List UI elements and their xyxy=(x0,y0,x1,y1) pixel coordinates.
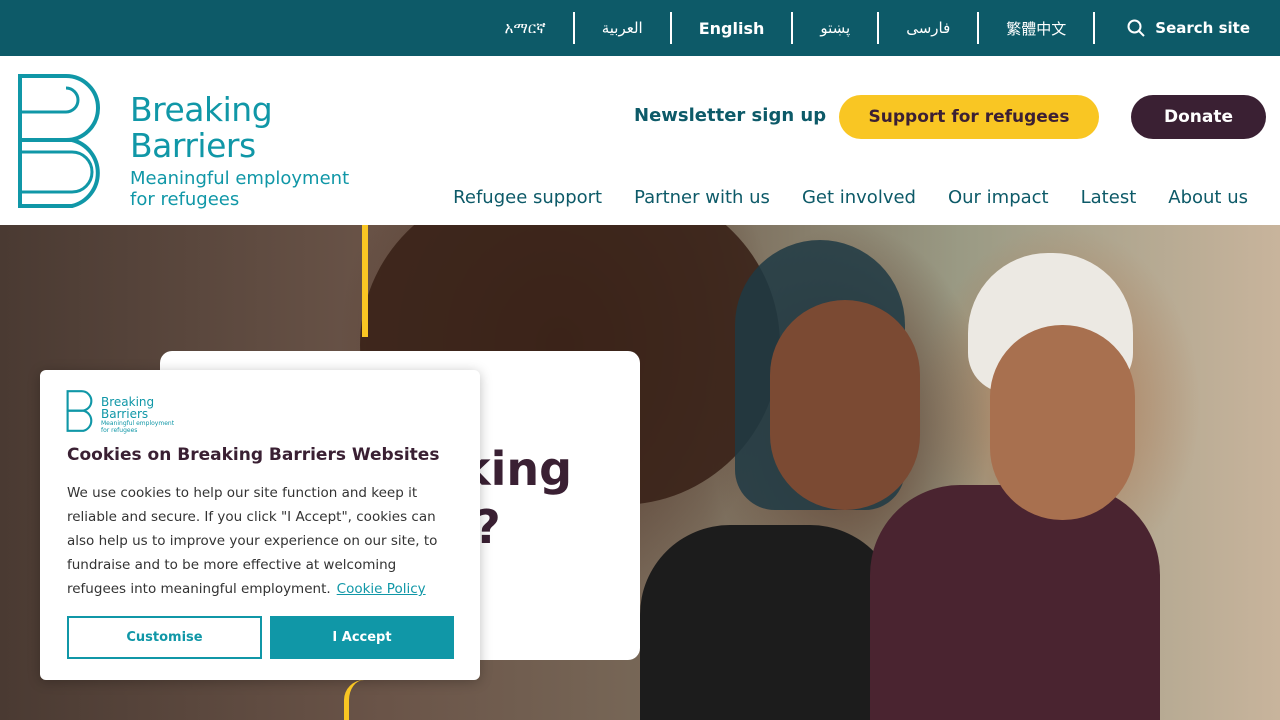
breaking-barriers-logo-icon xyxy=(18,74,100,208)
nav-about-us[interactable]: About us xyxy=(1168,187,1248,208)
hero-shirt-right xyxy=(870,485,1160,720)
search-label: Search site xyxy=(1155,19,1250,37)
lang-pashto[interactable]: پښتو xyxy=(793,12,880,44)
logo-title-line1: Breaking xyxy=(130,90,273,129)
donate-button[interactable]: Donate xyxy=(1131,95,1266,139)
yellow-accent-line xyxy=(362,225,368,337)
lang-arabic[interactable]: العربية xyxy=(575,12,672,44)
lang-amharic[interactable]: አማርኛ xyxy=(478,12,575,44)
cookie-dialog: Breaking Barriers Meaningful employment … xyxy=(40,370,480,680)
hero-person-center xyxy=(770,300,920,510)
logo-text[interactable]: Breaking Barriers Meaningful employment … xyxy=(130,90,350,211)
cookie-logo-tag1: Meaningful employment xyxy=(101,420,175,427)
cookie-logo xyxy=(66,390,96,436)
nav-our-impact[interactable]: Our impact xyxy=(948,187,1049,208)
cookie-logo-text: Breaking Barriers Meaningful employment … xyxy=(101,396,174,434)
main-nav: Refugee support Partner with us Get invo… xyxy=(453,187,1248,208)
search-site-button[interactable]: Search site xyxy=(1095,19,1250,37)
site-header: Breaking Barriers Meaningful employment … xyxy=(0,56,1280,225)
cookie-body: We use cookies to help our site function… xyxy=(67,481,457,601)
lang-farsi[interactable]: فارسی xyxy=(879,12,980,44)
breaking-barriers-logo-icon xyxy=(66,390,93,432)
nav-partner-with-us[interactable]: Partner with us xyxy=(634,187,770,208)
support-for-refugees-button[interactable]: Support for refugees xyxy=(839,95,1099,139)
cookie-policy-link[interactable]: Cookie Policy xyxy=(337,581,426,597)
nav-get-involved[interactable]: Get involved xyxy=(802,187,916,208)
language-bar: አማርኛ العربية English پښتو فارسی 繁體中文 Sea… xyxy=(0,0,1280,56)
search-icon xyxy=(1127,19,1146,37)
cookie-logo-tag2: for refugees xyxy=(101,427,138,434)
logo-tagline-line2: for refugees xyxy=(130,189,240,210)
accept-button[interactable]: I Accept xyxy=(270,616,454,659)
lang-chinese[interactable]: 繁體中文 xyxy=(979,12,1096,44)
hero-person-right xyxy=(990,325,1135,520)
logo-mark[interactable] xyxy=(16,72,112,214)
customise-button[interactable]: Customise xyxy=(67,616,262,659)
nav-refugee-support[interactable]: Refugee support xyxy=(453,187,602,208)
logo-tagline-line1: Meaningful employment xyxy=(130,168,350,189)
logo-title-line2: Barriers xyxy=(130,126,256,165)
hero-heading-line2: ? xyxy=(474,500,501,554)
cookie-logo-line2: Barriers xyxy=(101,407,149,421)
newsletter-link[interactable]: Newsletter sign up xyxy=(634,105,826,126)
nav-latest[interactable]: Latest xyxy=(1081,187,1137,208)
yellow-accent-curve xyxy=(344,680,374,720)
hero-shirt-center xyxy=(640,525,900,720)
lang-english[interactable]: English xyxy=(672,12,794,44)
cookie-title: Cookies on Breaking Barriers Websites xyxy=(67,445,440,465)
